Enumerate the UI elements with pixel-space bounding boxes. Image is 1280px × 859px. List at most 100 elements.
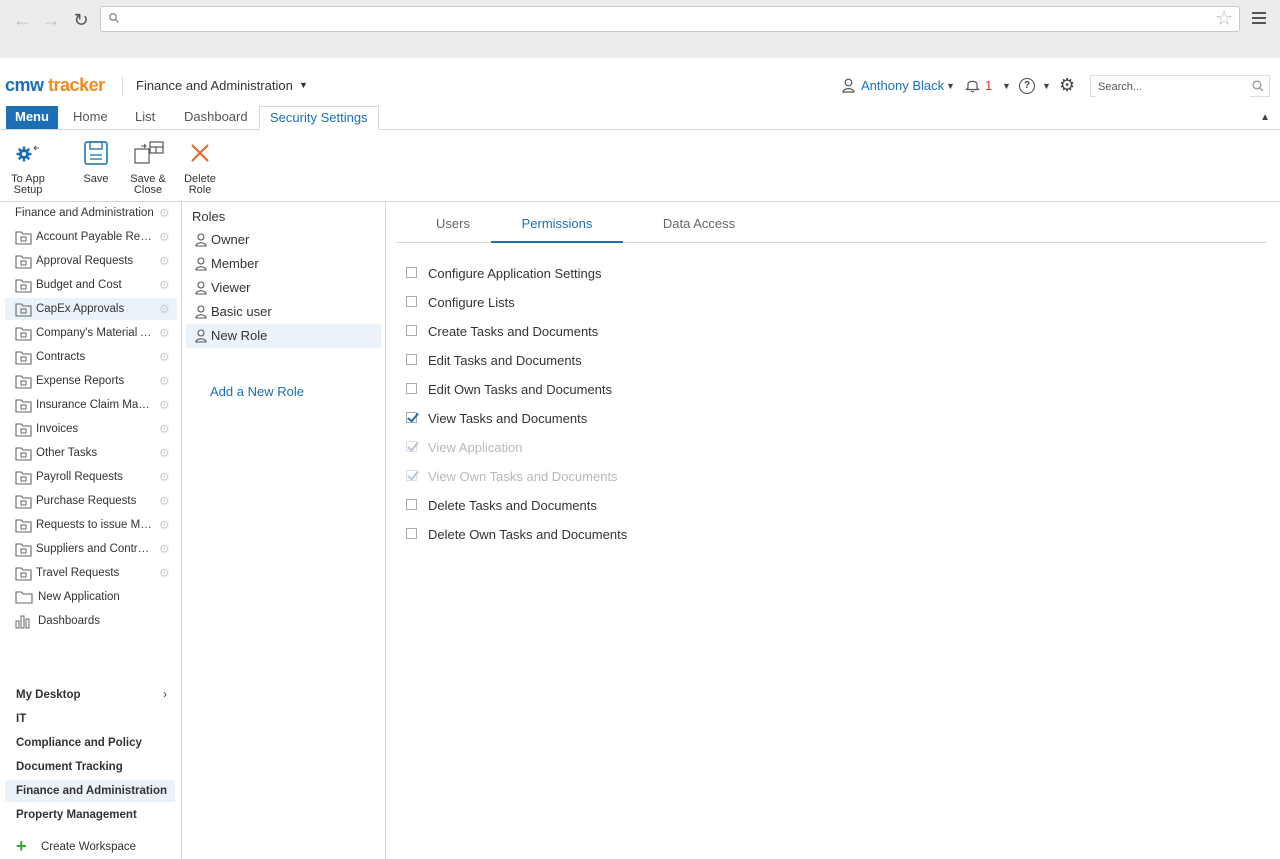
address-bar[interactable]: ☆ — [100, 6, 1240, 32]
gear-icon[interactable]: ⚙ — [159, 514, 170, 536]
sidebar-app-item[interactable]: Approval Requests ⚙ — [5, 250, 177, 272]
tab-users[interactable]: Users — [426, 212, 480, 242]
gear-icon[interactable]: ⚙ — [159, 226, 170, 248]
search-icon[interactable] — [1252, 80, 1264, 92]
to-app-setup-button[interactable]: To App Setup — [8, 138, 48, 196]
sidebar-app-item[interactable]: Insurance Claim Management⚙ — [5, 394, 177, 416]
chevron-down-icon[interactable]: ▼ — [946, 81, 955, 91]
gear-icon[interactable]: ⚙ — [159, 538, 170, 560]
sidebar-app-item[interactable]: Payroll Requests ⚙ — [5, 466, 177, 488]
app-folder-icon — [15, 567, 32, 581]
permission-checkbox[interactable] — [406, 383, 417, 394]
tab-permissions[interactable]: Permissions — [491, 212, 623, 243]
help-icon[interactable]: ? — [1019, 78, 1035, 94]
permission-checkbox[interactable] — [406, 354, 417, 365]
role-item[interactable]: Owner — [186, 228, 381, 252]
permission-checkbox[interactable] — [406, 267, 417, 278]
role-item[interactable]: Basic user — [186, 300, 381, 324]
gear-icon[interactable]: ⚙ — [159, 202, 170, 224]
tab-list[interactable]: List — [125, 106, 165, 129]
tab-dashboard[interactable]: Dashboard — [174, 106, 258, 129]
collapse-ribbon-icon[interactable]: ▲ — [1260, 112, 1270, 123]
user-icon — [195, 233, 207, 247]
gear-icon[interactable]: ⚙ — [159, 322, 170, 344]
workspace-property[interactable]: Property Management — [5, 804, 175, 826]
sidebar-app-item[interactable]: Travel Requests ⚙ — [5, 562, 177, 584]
browser-menu-icon[interactable] — [1252, 12, 1266, 27]
app-folder-icon — [15, 351, 32, 365]
workspace-selector[interactable]: Finance and Administration — [136, 78, 293, 93]
gear-icon[interactable]: ⚙ — [159, 298, 170, 320]
sidebar-app-item[interactable]: Contracts ⚙ — [5, 346, 177, 368]
sidebar-workspace-header[interactable]: Finance and Administration ⚙ — [5, 202, 177, 224]
app-folder-icon — [15, 447, 32, 461]
save-icon — [81, 138, 111, 168]
sidebar-app-item[interactable]: Budget and Cost ⚙ — [5, 274, 177, 296]
chevron-down-icon[interactable]: ▼ — [299, 80, 308, 90]
add-new-role-link[interactable]: Add a New Role — [210, 384, 304, 399]
back-arrow-icon[interactable]: ← — [12, 10, 32, 30]
workspace-it[interactable]: IT — [5, 708, 175, 730]
gear-icon[interactable]: ⚙ — [159, 418, 170, 440]
permission-checkbox[interactable] — [406, 528, 417, 539]
sidebar-app-item[interactable]: Purchase Requests ⚙ — [5, 490, 177, 512]
app-folder-icon — [15, 495, 32, 509]
workspace-finance[interactable]: Finance and Administration — [5, 780, 175, 802]
user-icon — [842, 78, 855, 93]
sidebar-app-item[interactable]: Account Payable Requests⚙ — [5, 226, 177, 248]
save-close-button[interactable]: Save & Close — [128, 138, 168, 196]
tab-home[interactable]: Home — [63, 106, 118, 129]
bookmark-star-icon[interactable]: ☆ — [1215, 9, 1233, 29]
sidebar-app-item[interactable]: Company's Material Assets⚙ — [5, 322, 177, 344]
role-item[interactable]: Viewer — [186, 276, 381, 300]
sidebar-app-item[interactable]: Suppliers and Contractors⚙ — [5, 538, 177, 560]
workspace-document-tracking[interactable]: Document Tracking — [5, 756, 175, 778]
sidebar-item-dashboards[interactable]: Dashboards — [5, 610, 177, 632]
search-input[interactable] — [1096, 77, 1250, 97]
gear-icon[interactable]: ⚙ — [159, 370, 170, 392]
gear-icon[interactable]: ⚙ — [159, 466, 170, 488]
bell-icon[interactable] — [965, 77, 980, 93]
app-folder-icon — [15, 375, 32, 389]
permission-checkbox[interactable] — [406, 296, 417, 307]
role-item[interactable]: Member — [186, 252, 381, 276]
sidebar-app-item[interactable]: Expense Reports ⚙ — [5, 370, 177, 392]
sidebar-app-item[interactable]: Requests to issue Materials⚙ — [5, 514, 177, 536]
gear-icon[interactable]: ⚙ — [159, 346, 170, 368]
permission-checkbox[interactable] — [406, 325, 417, 336]
sidebar-app-item[interactable]: Invoices ⚙ — [5, 418, 177, 440]
forward-arrow-icon[interactable]: → — [41, 10, 61, 30]
user-menu[interactable]: Anthony Black — [861, 78, 944, 93]
ribbon-toolbar: To App Setup Save Save & Close Delete Role — [0, 130, 1280, 202]
tab-security-settings[interactable]: Security Settings — [259, 106, 379, 130]
gear-icon[interactable]: ⚙ — [159, 562, 170, 584]
gear-icon[interactable]: ⚙ — [159, 442, 170, 464]
gear-icon[interactable]: ⚙ — [159, 250, 170, 272]
permission-checkbox — [406, 470, 417, 481]
role-item[interactable]: New Role — [186, 324, 381, 348]
sidebar-app-item[interactable]: Other Tasks ⚙ — [5, 442, 177, 464]
chevron-down-icon[interactable]: ▼ — [1002, 81, 1011, 91]
search-icon — [109, 13, 119, 23]
tab-menu[interactable]: Menu — [6, 106, 58, 129]
save-button[interactable]: Save — [81, 138, 111, 185]
sidebar-app-item[interactable]: CapEx Approvals ⚙ — [5, 298, 177, 320]
gear-icon[interactable]: ⚙ — [159, 274, 170, 296]
workspace-compliance[interactable]: Compliance and Policy — [5, 732, 175, 754]
notification-count[interactable]: 1 — [985, 78, 992, 93]
chevron-right-icon: › — [163, 689, 167, 701]
delete-role-button[interactable]: Delete Role — [182, 138, 218, 196]
sidebar-item-new-application[interactable]: New Application — [5, 586, 177, 608]
roles-panel: Roles Owner Member Viewer Basic user New Rol… — [182, 202, 386, 859]
app-logo[interactable]: cmw tracker — [5, 75, 105, 96]
gear-icon[interactable]: ⚙ — [159, 394, 170, 416]
gear-icon[interactable]: ⚙ — [159, 490, 170, 512]
permission-checkbox[interactable] — [406, 499, 417, 510]
tab-data-access[interactable]: Data Access — [646, 212, 752, 242]
app-folder-icon — [15, 255, 32, 269]
permission-checkbox[interactable] — [406, 412, 417, 423]
reload-icon[interactable]: ↻ — [71, 10, 91, 30]
chevron-down-icon[interactable]: ▼ — [1042, 81, 1051, 91]
workspace-my-desktop[interactable]: My Desktop › — [5, 684, 175, 706]
gear-icon[interactable]: ⚙ — [1059, 76, 1075, 94]
